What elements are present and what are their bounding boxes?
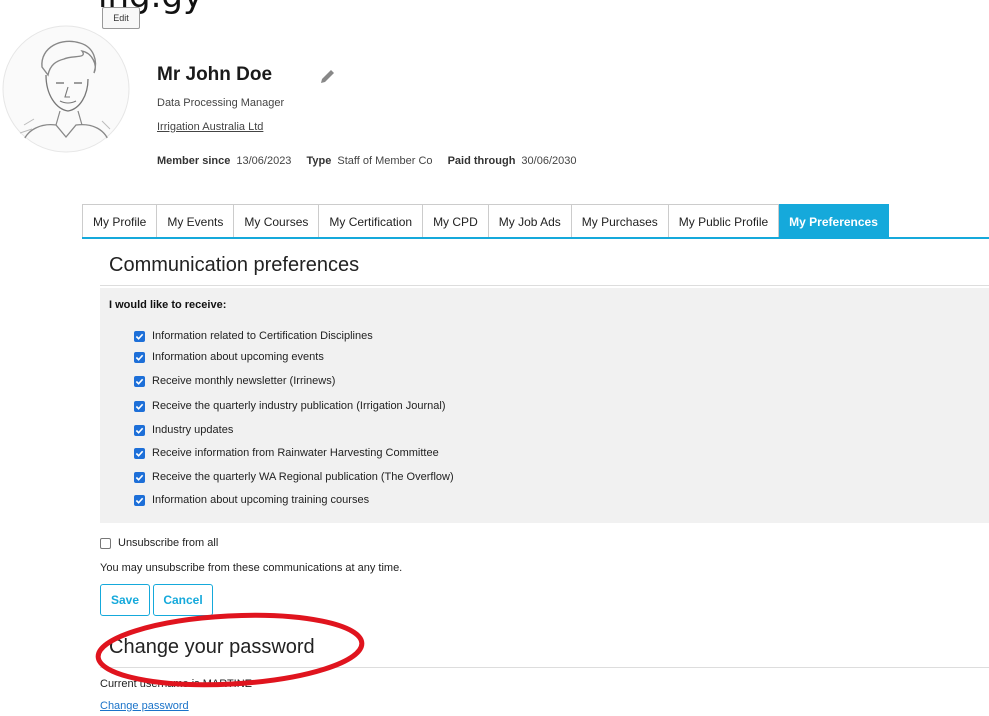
checkbox-checked-icon[interactable] [134, 330, 145, 342]
unsubscribe-note: You may unsubscribe from these communica… [100, 562, 403, 574]
profile-name: Mr John Doe [157, 64, 273, 85]
pref-label: Receive information from Rainwater Harve… [152, 447, 439, 459]
member-since-value: 13/06/2023 [236, 155, 292, 167]
communication-preferences-title: Communication preferences [109, 254, 360, 276]
tab-my-profile[interactable]: My Profile [82, 204, 158, 238]
profile-tabs: My Profile My Events My Courses My Certi… [82, 204, 889, 238]
checkbox-checked-icon[interactable] [134, 447, 145, 459]
current-username: Current username is MARTINE [100, 678, 253, 690]
pref-wa-overflow[interactable]: Receive the quarterly WA Regional public… [134, 469, 454, 485]
tab-my-preferences[interactable]: My Preferences [779, 204, 889, 238]
tab-my-purchases[interactable]: My Purchases [571, 204, 669, 238]
cancel-button[interactable]: Cancel [153, 584, 213, 616]
pref-label: Receive the quarterly industry publicati… [152, 400, 446, 412]
pref-irrigation-journal[interactable]: Receive the quarterly industry publicati… [134, 398, 445, 414]
pencil-icon[interactable] [318, 68, 336, 86]
pref-monthly-newsletter[interactable]: Receive monthly newsletter (Irrinews) [134, 373, 335, 389]
section-divider [100, 285, 989, 286]
receive-heading: I would like to receive: [109, 299, 227, 311]
checkbox-unchecked-icon[interactable] [100, 537, 111, 549]
tab-my-cpd[interactable]: My CPD [423, 204, 489, 238]
tab-my-job-ads[interactable]: My Job Ads [488, 204, 572, 238]
edit-avatar-button[interactable]: Edit [102, 7, 140, 29]
checkbox-checked-icon[interactable] [134, 375, 145, 387]
tab-my-events[interactable]: My Events [157, 204, 235, 238]
change-password-title: Change your password [109, 636, 315, 658]
unsubscribe-label: Unsubscribe from all [118, 537, 219, 549]
paid-through-value: 30/06/2030 [521, 155, 577, 167]
member-since-label: Member since [157, 155, 231, 167]
checkbox-checked-icon[interactable] [134, 351, 145, 363]
avatar-sketch-icon [2, 25, 130, 153]
pref-label: Industry updates [152, 424, 234, 436]
organisation-link[interactable]: Irrigation Australia Ltd [157, 121, 263, 133]
type-label: Type [306, 155, 332, 167]
membership-details: Member since 13/06/2023 Type Staff of Memb… [157, 155, 588, 167]
tab-underline [82, 237, 989, 239]
preferences-panel: I would like to receive: Information rel… [100, 288, 989, 523]
change-password-link[interactable]: Change password [100, 700, 189, 712]
paid-through-label: Paid through [447, 155, 516, 167]
pref-rainwater-harvesting[interactable]: Receive information from Rainwater Harve… [134, 445, 439, 461]
checkbox-checked-icon[interactable] [134, 471, 145, 483]
pref-label: Receive the quarterly WA Regional public… [152, 471, 454, 483]
pref-label: Information about upcoming training cour… [152, 494, 370, 506]
pref-certification-disciplines[interactable]: Information related to Certification Dis… [134, 328, 373, 344]
tab-my-courses[interactable]: My Courses [234, 204, 320, 238]
tab-my-public-profile[interactable]: My Public Profile [668, 204, 780, 238]
avatar [2, 25, 130, 153]
checkbox-checked-icon[interactable] [134, 424, 145, 436]
pref-label: Information related to Certification Dis… [152, 330, 373, 342]
pref-upcoming-events[interactable]: Information about upcoming events [134, 349, 324, 365]
pref-label: Receive monthly newsletter (Irrinews) [152, 375, 336, 387]
tab-my-certification[interactable]: My Certification [319, 204, 424, 238]
pref-label: Information about upcoming events [152, 351, 324, 363]
section-divider [100, 667, 989, 668]
pref-industry-updates[interactable]: Industry updates [134, 422, 233, 438]
save-button[interactable]: Save [100, 584, 150, 616]
checkbox-checked-icon[interactable] [134, 400, 145, 412]
profile-role: Data Processing Manager [157, 97, 285, 109]
type-value: Staff of Member Co [337, 155, 433, 167]
unsubscribe-all[interactable]: Unsubscribe from all [100, 537, 218, 549]
checkbox-checked-icon[interactable] [134, 494, 145, 506]
pref-training-courses[interactable]: Information about upcoming training cour… [134, 492, 369, 508]
